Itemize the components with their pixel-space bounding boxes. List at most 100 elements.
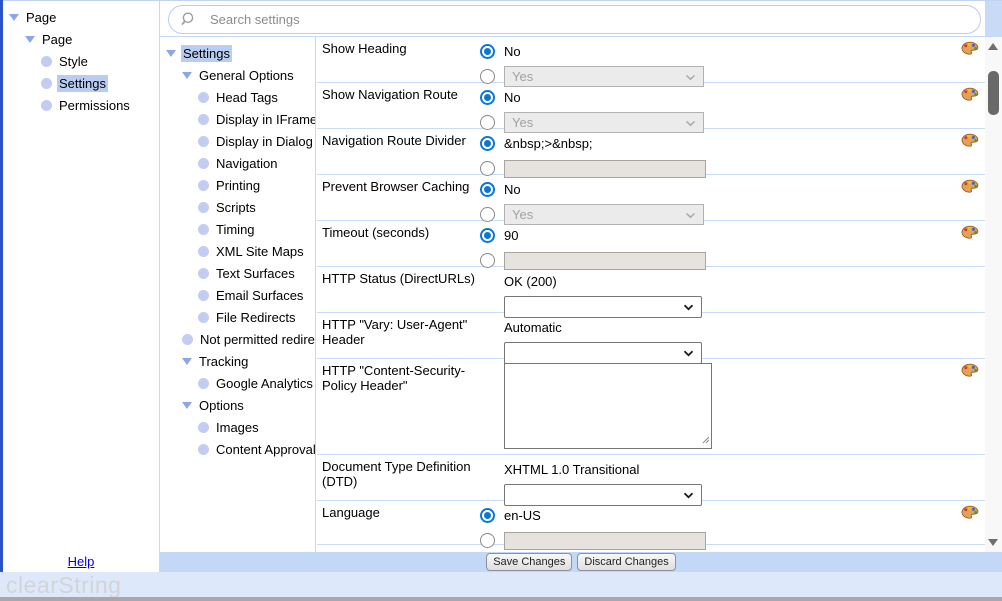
- brand-footer-bar: clearString: [0, 572, 1002, 597]
- radio-custom-value[interactable]: [480, 69, 495, 84]
- custom-value-input[interactable]: [504, 532, 706, 550]
- save-changes-button[interactable]: Save Changes: [486, 553, 572, 571]
- tree-item-images[interactable]: Images: [160, 416, 315, 438]
- setting-row-language: Languageen-US: [317, 501, 985, 545]
- setting-control: Automatic: [480, 317, 702, 358]
- style-palette-icon[interactable]: [961, 41, 979, 82]
- tree-item-page[interactable]: Page: [3, 28, 159, 50]
- chevron-down-icon: [685, 115, 696, 130]
- bullet-icon: [198, 246, 209, 257]
- tree-item-content-approval[interactable]: Content Approval: [160, 438, 315, 460]
- action-button-bar: Save Changes Discard Changes: [160, 552, 1002, 572]
- resize-grip-icon[interactable]: [701, 432, 710, 447]
- setting-row-show-navigation-route: Show Navigation RouteNoYes: [317, 83, 985, 129]
- custom-value-input[interactable]: [504, 252, 706, 270]
- disabled-select: Yes: [504, 204, 704, 225]
- tree-item-label: File Redirects: [214, 309, 297, 326]
- tree-item-display-in-dialog[interactable]: Display in Dialog: [160, 130, 315, 152]
- style-palette-icon[interactable]: [961, 133, 979, 174]
- radio-custom-value[interactable]: [480, 533, 495, 548]
- bullet-icon: [198, 114, 209, 125]
- help-link[interactable]: Help: [3, 554, 159, 569]
- tree-item-navigation[interactable]: Navigation: [160, 152, 315, 174]
- expander-down-icon[interactable]: [182, 72, 192, 79]
- expander-down-icon[interactable]: [25, 36, 35, 43]
- current-value-text: No: [504, 90, 521, 105]
- tree-item-scripts[interactable]: Scripts: [160, 196, 315, 218]
- value-select[interactable]: [504, 296, 702, 318]
- custom-value-input[interactable]: [504, 160, 706, 178]
- tree-item-label: Tracking: [197, 353, 250, 370]
- tree-item-label: Content Approval: [214, 441, 316, 458]
- scroll-down-icon[interactable]: [988, 539, 998, 546]
- value-select[interactable]: [504, 484, 702, 506]
- setting-label: HTTP "Vary: User-Agent" Header: [317, 317, 480, 358]
- tree-item-general-options[interactable]: General Options: [160, 64, 315, 86]
- tree-item-google-analytics[interactable]: Google Analytics: [160, 372, 315, 394]
- tree-item-tracking[interactable]: Tracking: [160, 350, 315, 372]
- tree-item-label: Google Analytics: [214, 375, 315, 392]
- vertical-scrollbar[interactable]: [985, 37, 1002, 552]
- tree-item-text-surfaces[interactable]: Text Surfaces: [160, 262, 315, 284]
- tree-item-label: Settings: [57, 75, 108, 92]
- expander-down-icon[interactable]: [182, 402, 192, 409]
- radio-custom-value[interactable]: [480, 253, 495, 268]
- bullet-icon: [198, 158, 209, 169]
- current-value-text: No: [504, 182, 521, 197]
- style-palette-icon[interactable]: [961, 505, 979, 544]
- style-palette-icon[interactable]: [961, 87, 979, 128]
- scrollbar-thumb[interactable]: [988, 71, 999, 115]
- tree-item-page[interactable]: Page: [3, 6, 159, 28]
- page-tree-sidebar: PagePageStyleSettingsPermissions Help: [3, 1, 160, 572]
- setting-row-timeout-seconds: Timeout (seconds)90: [317, 221, 985, 267]
- expander-down-icon[interactable]: [182, 358, 192, 365]
- clearstring-logo: clearString: [6, 572, 121, 599]
- radio-current-value[interactable]: [480, 228, 495, 243]
- tree-item-settings[interactable]: Settings: [3, 72, 159, 94]
- style-palette-icon[interactable]: [961, 179, 979, 220]
- bullet-icon: [198, 224, 209, 235]
- radio-custom-value[interactable]: [480, 161, 495, 176]
- tree-item-not-permitted-redirection[interactable]: Not permitted redirection: [160, 328, 315, 350]
- top-right-filler: [985, 1, 1002, 37]
- tree-item-options[interactable]: Options: [160, 394, 315, 416]
- style-palette-icon[interactable]: [961, 363, 979, 454]
- tree-item-display-in-iframe[interactable]: Display in IFrame: [160, 108, 315, 130]
- tree-item-style[interactable]: Style: [3, 50, 159, 72]
- tree-item-file-redirects[interactable]: File Redirects: [160, 306, 315, 328]
- setting-control: NoYes: [480, 41, 704, 82]
- expander-down-icon[interactable]: [166, 50, 176, 57]
- discard-changes-button[interactable]: Discard Changes: [577, 553, 675, 571]
- tree-item-label: Text Surfaces: [214, 265, 297, 282]
- radio-current-value[interactable]: [480, 182, 495, 197]
- scroll-up-icon[interactable]: [988, 43, 998, 50]
- setting-label: Document Type Definition (DTD): [317, 459, 480, 500]
- setting-control: XHTML 1.0 Transitional: [480, 459, 702, 500]
- expander-down-icon[interactable]: [9, 14, 19, 21]
- settings-tree-panel: SettingsGeneral OptionsHead Tags Display …: [160, 37, 316, 552]
- radio-custom-value[interactable]: [480, 115, 495, 130]
- disabled-select: Yes: [504, 112, 704, 133]
- radio-current-value[interactable]: [480, 44, 495, 59]
- search-input[interactable]: Search settings: [168, 5, 981, 34]
- tree-item-permissions[interactable]: Permissions: [3, 94, 159, 116]
- style-palette-icon[interactable]: [961, 225, 979, 266]
- value-select[interactable]: [504, 342, 702, 364]
- tree-item-label: Display in IFrame: [214, 111, 316, 128]
- radio-custom-value[interactable]: [480, 207, 495, 222]
- tree-item-head-tags[interactable]: Head Tags: [160, 86, 315, 108]
- tree-item-email-surfaces[interactable]: Email Surfaces: [160, 284, 315, 306]
- radio-current-value[interactable]: [480, 136, 495, 151]
- setting-label: Prevent Browser Caching: [317, 179, 480, 220]
- tree-item-printing[interactable]: Printing: [160, 174, 315, 196]
- tree-item-timing[interactable]: Timing: [160, 218, 315, 240]
- setting-label: Language: [317, 505, 480, 544]
- value-textarea[interactable]: [504, 363, 712, 449]
- bullet-icon: [41, 100, 52, 111]
- bullet-icon: [198, 202, 209, 213]
- radio-current-value[interactable]: [480, 90, 495, 105]
- tree-item-settings[interactable]: Settings: [160, 42, 315, 64]
- bullet-icon: [182, 334, 193, 345]
- tree-item-xml-site-maps[interactable]: XML Site Maps: [160, 240, 315, 262]
- radio-current-value[interactable]: [480, 508, 495, 523]
